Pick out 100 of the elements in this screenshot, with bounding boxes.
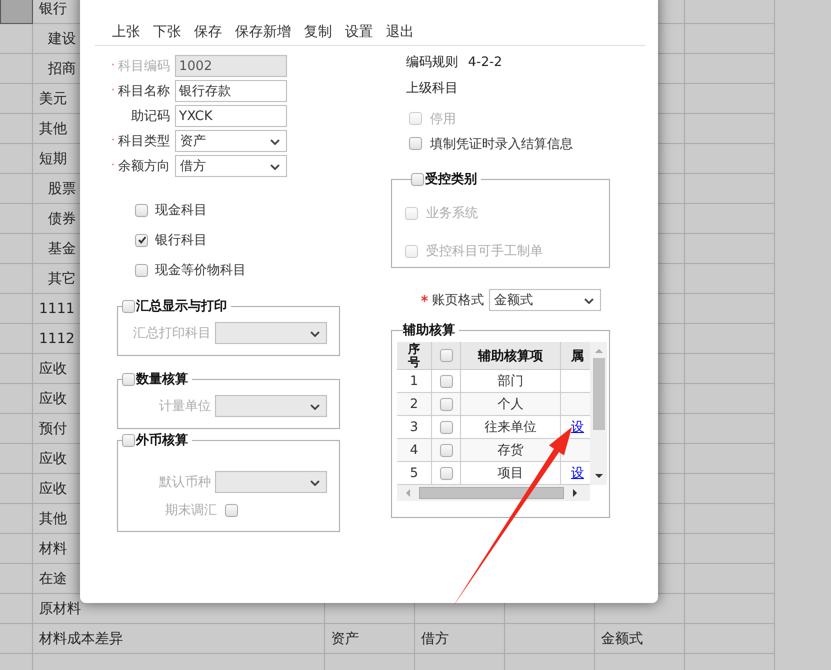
- link[interactable]: 设: [571, 464, 584, 482]
- checkbox-label: 受控科目可手工制单: [426, 243, 543, 260]
- checkbox[interactable]: [440, 349, 452, 362]
- row-header-cell[interactable]: [0, 474, 33, 504]
- toolbar-button[interactable]: 设置: [345, 22, 373, 40]
- select-field[interactable]: [215, 471, 327, 493]
- checkbox[interactable]: [440, 374, 452, 388]
- toolbar-button[interactable]: 下张: [153, 22, 181, 40]
- checkbox[interactable]: [135, 204, 148, 216]
- toolbar-button[interactable]: 保存: [194, 22, 222, 40]
- toolbar-button[interactable]: 退出: [386, 22, 414, 40]
- row-header-cell[interactable]: [0, 204, 33, 234]
- row-header-cell[interactable]: [0, 624, 33, 654]
- checkbox[interactable]: [440, 444, 452, 456]
- table-cell-text: 存货: [498, 442, 524, 459]
- field-label: 上级科目: [406, 80, 458, 97]
- table-cell: 金额式: [595, 624, 685, 654]
- checkbox[interactable]: [135, 264, 148, 276]
- checkbox-label: 现金等价物科目: [155, 262, 246, 279]
- required-icon: [421, 294, 428, 302]
- toolbar-button[interactable]: 上张: [112, 22, 140, 40]
- row-header-cell[interactable]: [0, 324, 33, 354]
- table-cell: 材料成本差异: [33, 624, 325, 654]
- select-field[interactable]: 金额式: [489, 289, 601, 311]
- section-title: 汇总显示与打印: [136, 298, 227, 315]
- row-header-cell[interactable]: [0, 534, 33, 564]
- row-header-cell[interactable]: [0, 114, 33, 144]
- field-label: 汇总打印科目: [133, 325, 211, 342]
- checkbox[interactable]: [122, 434, 135, 446]
- select-field[interactable]: [215, 395, 327, 417]
- vertical-scrollbar[interactable]: [590, 342, 607, 485]
- down-arrow-icon[interactable]: [594, 473, 602, 479]
- horizontal-scrollbar[interactable]: [397, 485, 590, 501]
- left-arrow-icon[interactable]: [405, 489, 411, 497]
- row-header-cell[interactable]: [0, 234, 33, 264]
- checkbox[interactable]: [122, 372, 135, 386]
- column-header: 辅助核算项: [478, 348, 543, 364]
- checkbox[interactable]: [409, 137, 422, 150]
- row-header-cell[interactable]: [0, 414, 33, 444]
- code-rule-value: 4-2-2: [468, 54, 502, 70]
- checkbox[interactable]: [440, 466, 452, 480]
- caret-icon: [270, 164, 280, 170]
- caret-icon: [584, 298, 594, 304]
- field-label: 科目编码: [118, 58, 170, 75]
- caret-icon: [310, 404, 320, 410]
- row-header-cell[interactable]: [0, 174, 33, 204]
- row-header-cell[interactable]: [0, 384, 33, 414]
- column-header: 序号: [408, 342, 420, 368]
- checkbox-label: 银行科目: [155, 232, 207, 249]
- table-cell: 资产: [325, 624, 415, 654]
- select-field[interactable]: 资产: [175, 130, 287, 152]
- checkbox[interactable]: [440, 420, 452, 434]
- select-field[interactable]: 借方: [175, 155, 287, 177]
- row-header-cell[interactable]: [0, 0, 33, 24]
- checkbox[interactable]: [225, 504, 238, 516]
- row-number: 2: [410, 396, 418, 412]
- row-header-cell[interactable]: [0, 84, 33, 114]
- table-cell: 借方: [415, 624, 505, 654]
- row-number: 3: [410, 420, 418, 434]
- field-label: 账页格式: [432, 292, 484, 309]
- up-arrow-icon[interactable]: [594, 348, 602, 354]
- row-header-cell[interactable]: [0, 294, 33, 324]
- row-number: 1: [410, 374, 418, 388]
- text-field[interactable]: YXCK: [175, 105, 287, 127]
- field-label: 计量单位: [159, 398, 211, 415]
- checkbox-label: 填制凭证时录入结算信息: [430, 136, 573, 152]
- section-title: 受控类别: [425, 170, 477, 188]
- table-cell-text: 部门: [498, 373, 524, 390]
- row-header-cell[interactable]: [0, 564, 33, 594]
- row-header-cell[interactable]: [0, 594, 33, 624]
- checkbox[interactable]: [122, 300, 135, 312]
- caret-icon: [310, 331, 320, 337]
- row-header-cell[interactable]: [0, 24, 33, 54]
- section-title: 辅助核算: [403, 322, 455, 339]
- text-field[interactable]: 银行存款: [175, 80, 287, 102]
- checkbox-label: 停用: [430, 110, 456, 128]
- row-header-cell[interactable]: [0, 444, 33, 474]
- checkbox-label: 现金科目: [155, 202, 207, 219]
- row-header-cell[interactable]: [0, 264, 33, 294]
- select-field[interactable]: [215, 322, 327, 344]
- field-label: 默认币种: [159, 474, 211, 491]
- checkbox[interactable]: [135, 234, 148, 246]
- row-header-cell[interactable]: [0, 144, 33, 174]
- checkbox-label: 业务系统: [426, 205, 478, 222]
- column-header: 属: [571, 348, 584, 364]
- right-arrow-icon[interactable]: [572, 489, 578, 497]
- row-header-cell[interactable]: [0, 504, 33, 534]
- row-number: 5: [410, 466, 418, 480]
- row-header-cell[interactable]: [0, 54, 33, 84]
- row-number: 4: [410, 442, 418, 458]
- field-label: 编码规则: [406, 54, 458, 71]
- caret-icon: [270, 139, 280, 145]
- link[interactable]: 设: [571, 418, 584, 436]
- table-cell-text: 往来单位: [484, 419, 536, 436]
- checkbox[interactable]: [440, 398, 452, 410]
- table-cell-text: 个人: [498, 396, 524, 413]
- checkbox[interactable]: [411, 172, 424, 186]
- toolbar-button[interactable]: 保存新增: [235, 22, 291, 40]
- row-header-cell[interactable]: [0, 354, 33, 384]
- caret-icon: [310, 480, 320, 486]
